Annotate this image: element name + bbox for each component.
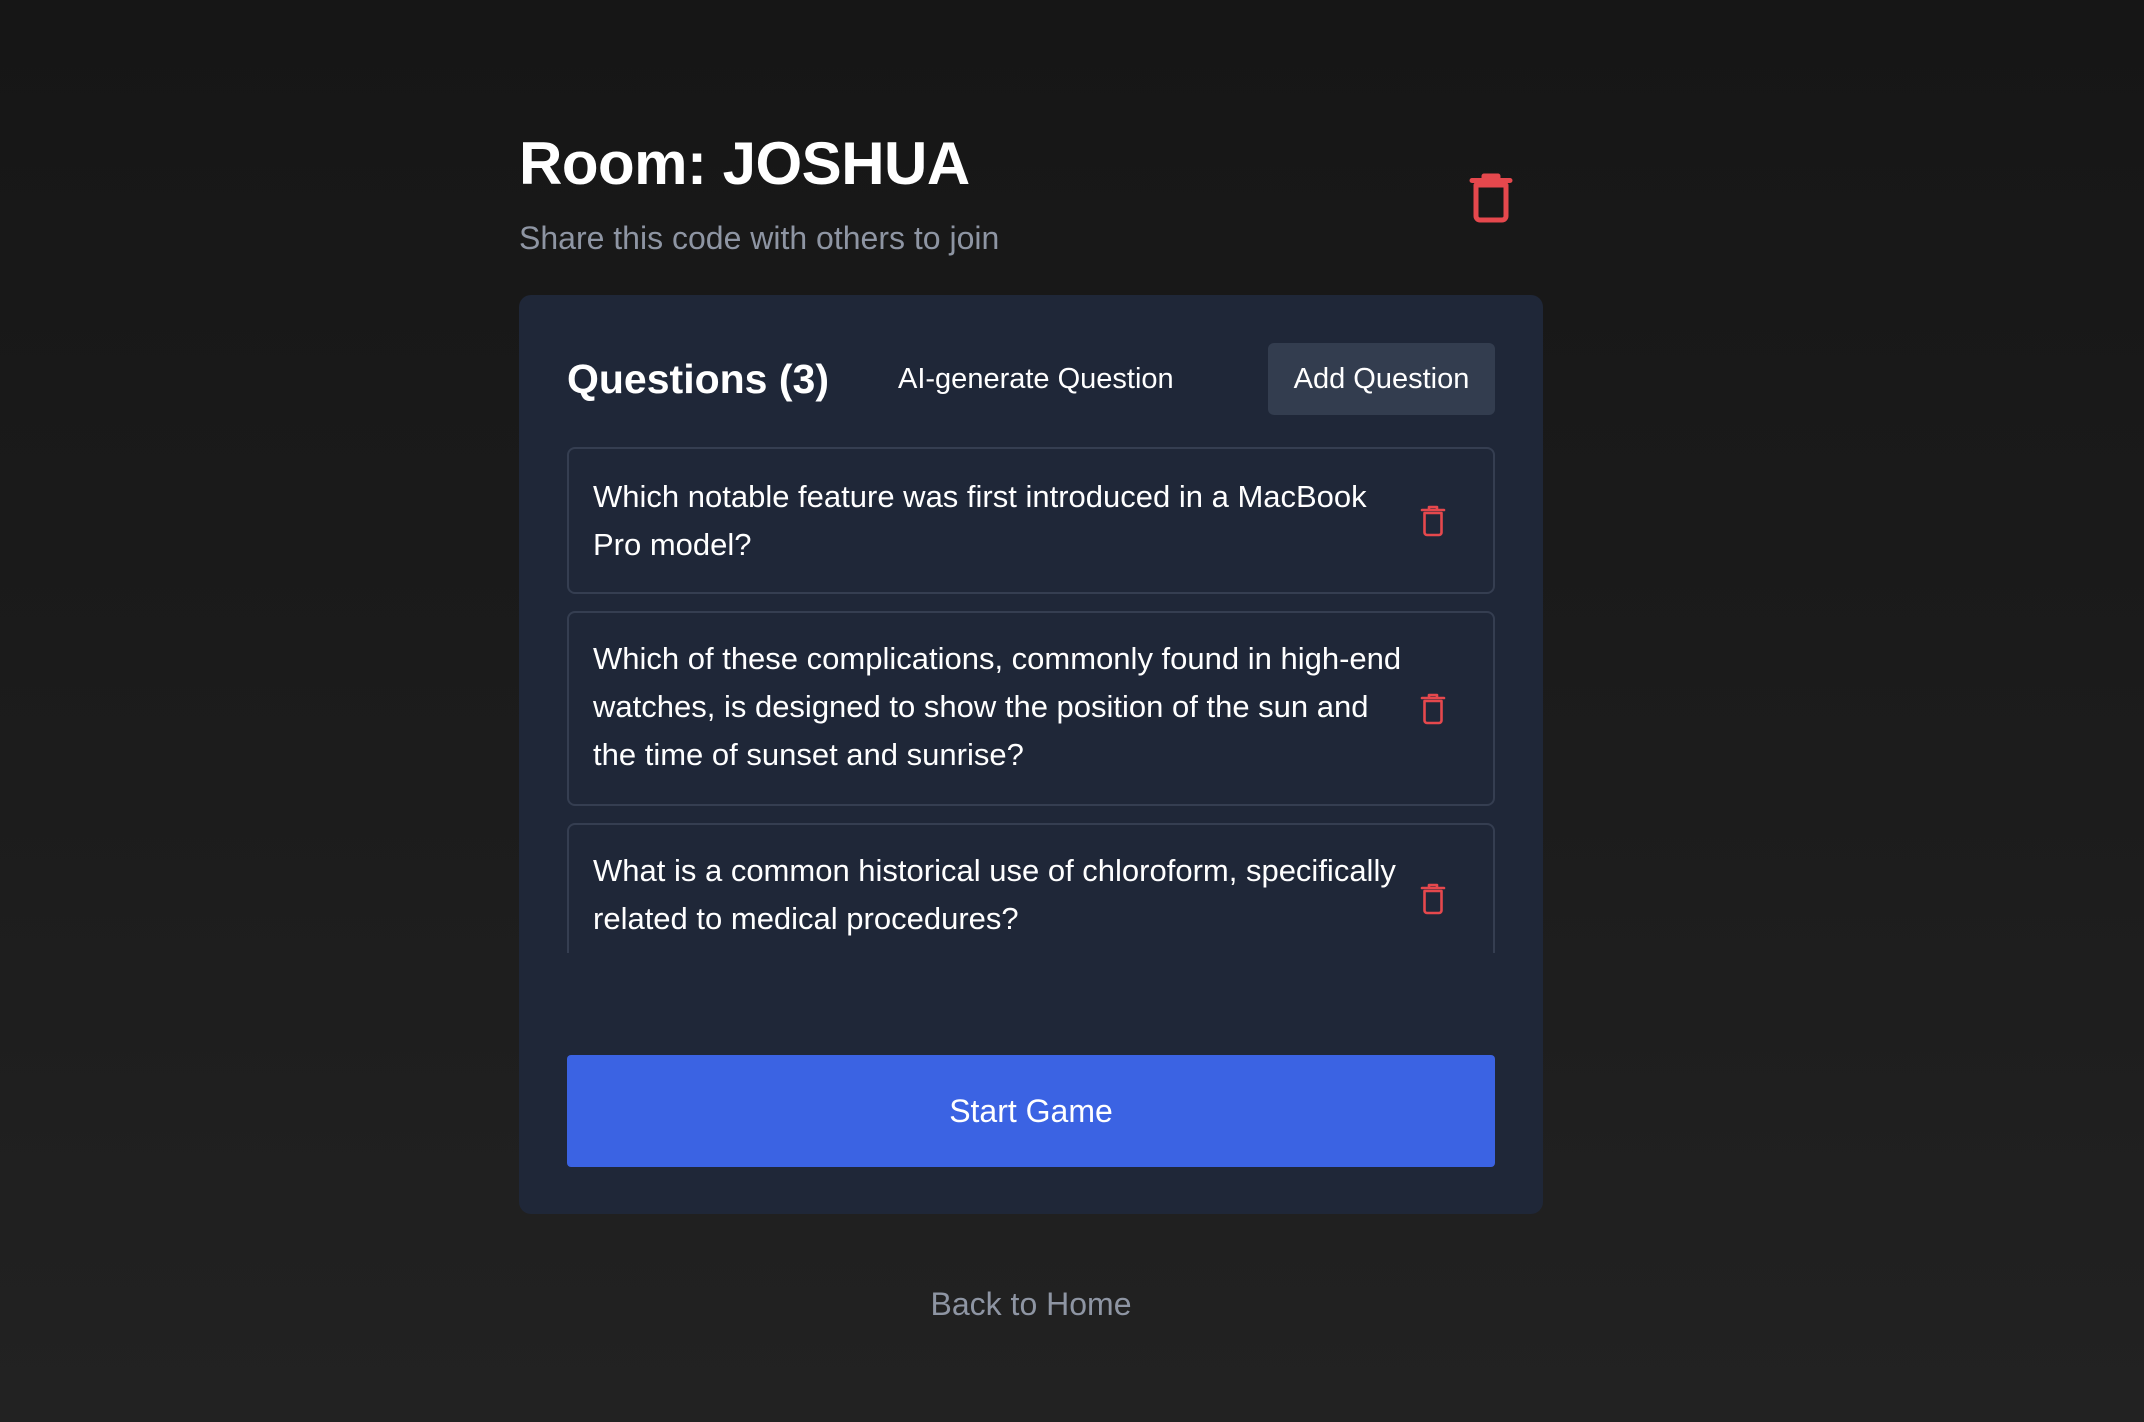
questions-title: Questions (3) (567, 356, 829, 402)
question-list[interactable]: Which notable feature was first introduc… (567, 447, 1495, 953)
question-text: What is a common historical use of chlor… (593, 853, 1396, 936)
questions-card: Questions (3) AI-generate Question Add Q… (519, 295, 1543, 1214)
delete-question-button[interactable] (1411, 687, 1455, 731)
ai-generate-question-button[interactable]: AI-generate Question (898, 343, 1174, 415)
room-header: Room: JOSHUA Share this code with others… (519, 128, 1543, 268)
room-title: Room: JOSHUA (519, 130, 970, 197)
back-to-home-link[interactable]: Back to Home (0, 1280, 2062, 1328)
start-game-button[interactable]: Start Game (567, 1055, 1495, 1167)
delete-question-button[interactable] (1411, 499, 1455, 543)
delete-question-button[interactable] (1411, 877, 1455, 921)
trash-icon (1420, 693, 1446, 725)
add-question-button[interactable]: Add Question (1268, 343, 1495, 415)
room-page: Room: JOSHUA Share this code with others… (0, 0, 2144, 1422)
question-text: Which notable feature was first introduc… (593, 479, 1367, 562)
trash-icon (1469, 173, 1513, 223)
question-item: Which of these complications, commonly f… (567, 611, 1495, 806)
question-item: What is a common historical use of chlor… (567, 823, 1495, 953)
question-text: Which of these complications, commonly f… (593, 641, 1402, 772)
delete-room-button[interactable] (1459, 166, 1523, 230)
room-subtitle: Share this code with others to join (519, 220, 1000, 256)
trash-icon (1420, 883, 1446, 915)
questions-header: Questions (3) AI-generate Question Add Q… (567, 343, 1495, 415)
trash-icon (1420, 505, 1446, 537)
question-item: Which notable feature was first introduc… (567, 447, 1495, 594)
